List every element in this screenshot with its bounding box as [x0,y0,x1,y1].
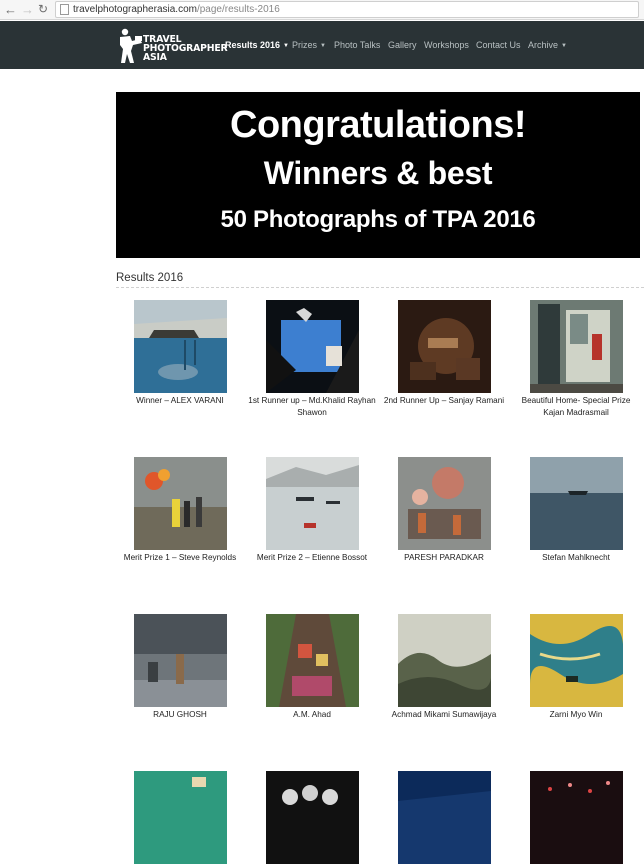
entry-caption: Stefan Mahlknecht [542,553,610,562]
entry-caption: Merit Prize 1 – Steve Reynolds [123,553,237,562]
dark-figures-photo [265,771,359,864]
logo-line: ASIA [143,52,167,63]
menu-item-workshops[interactable]: Workshops [424,40,469,50]
result-entry[interactable] [114,771,246,866]
result-entry[interactable] [246,771,378,866]
result-entry[interactable]: A.M. Ahad [246,614,378,721]
entry-caption: RAJU GHOSH [153,710,207,719]
photo-thumbnail[interactable] [133,457,227,550]
entry-caption: Winner – ALEX VARANI [136,396,224,405]
entry-caption: Achmad Mikami Sumawijaya [391,710,497,719]
photo-thumbnail[interactable] [265,457,359,550]
stormy-sea-photo [529,457,623,550]
url-path: /page/results-2016 [196,4,280,15]
menu-label: Photo Talks [334,40,381,50]
photo-thumbnail[interactable] [133,771,227,864]
menu-label: Workshops [424,40,469,50]
crowd-ritual-photo [397,457,491,550]
underwater-boat-photo [133,300,227,393]
night-lights-photo [529,771,623,864]
photo-thumbnail[interactable] [397,457,491,550]
lake-boats-photo [265,457,359,550]
entry-caption: Zarni Myo Win [549,710,603,719]
result-entry[interactable]: PARESH PARADKAR [378,457,510,564]
fire-festival-photo [133,457,227,550]
result-entry[interactable]: RAJU GHOSH [114,614,246,721]
address-bar[interactable]: travelphotographerasia.com/page/results-… [55,1,639,18]
menu-item-photo-talks[interactable]: Photo Talks [334,40,380,50]
menu-item-results-2016[interactable]: Results 2016 ▼ [225,40,289,50]
photo-thumbnail[interactable] [397,300,491,393]
result-entry[interactable]: Winner – ALEX VARANI [114,300,246,407]
menu-label: Archive [528,40,559,50]
results-grid: Winner – ALEX VARANI 1st Runner up – Md.… [114,300,644,864]
photo-thumbnail[interactable] [529,457,623,550]
site-logo[interactable]: TRAVEL PHOTOGRAPHER ASIA [116,27,228,65]
menu-label: Results 2016 [225,40,281,50]
rain-street-photo [133,614,227,707]
menu-item-prizes[interactable]: Prizes ▼ [292,40,326,50]
photo-thumbnail[interactable] [529,771,623,864]
chevron-down-icon: ▼ [561,43,567,49]
section-divider [116,287,644,288]
entry-caption: Merit Prize 2 – Etienne Bossot [256,553,368,562]
section-title: Results 2016 [116,272,184,284]
result-entry[interactable]: Zarni Myo Win [510,614,642,721]
banner-tagline: 50 Photographs of TPA 2016 [220,206,536,233]
photo-thumbnail[interactable] [529,614,623,707]
photo-thumbnail[interactable] [133,300,227,393]
result-entry[interactable]: Merit Prize 1 – Steve Reynolds [114,457,246,564]
result-entry[interactable]: Achmad Mikami Sumawijaya [378,614,510,721]
menu-label: Prizes [292,40,318,50]
entry-caption: PARESH PARADKAR [404,553,484,562]
entry-caption: 2nd Runner Up – Sanjay Ramani [383,396,505,405]
photo-thumbnail[interactable] [397,771,491,864]
entry-caption: Beautiful Home- Special Prize Kajan Madr… [521,396,631,417]
url-text[interactable]: travelphotographerasia.com/page/results-… [73,4,280,15]
result-entry[interactable]: Merit Prize 2 – Etienne Bossot [246,457,378,564]
photo-thumbnail[interactable] [265,614,359,707]
plane-sky-photo [265,300,359,393]
page-icon [60,4,69,15]
result-entry[interactable]: 2nd Runner Up – Sanjay Ramani [378,300,510,407]
banner-headline: Congratulations! [230,104,526,146]
banner-subheadline: Winners & best [263,155,493,191]
menu-label: Gallery [388,40,417,50]
doorway-home-photo [529,300,623,393]
workers-dust-photo [397,300,491,393]
photo-thumbnail[interactable] [265,300,359,393]
browser-toolbar: ← → ↻ travelphotographerasia.com/page/re… [0,0,644,20]
menu-item-gallery[interactable]: Gallery [388,40,417,50]
chevron-down-icon: ▼ [320,43,326,49]
arrow-right-icon[interactable]: → [21,2,34,17]
photographer-logo-icon [120,28,142,63]
site-navbar: TRAVEL PHOTOGRAPHER ASIA Results 2016 ▼ P… [0,21,644,69]
result-entry[interactable] [510,771,642,866]
menu-label: Contact Us [476,40,521,50]
url-domain: travelphotographerasia.com [73,4,197,15]
result-entry[interactable]: Stefan Mahlknecht [510,457,642,564]
night-blue-photo [397,771,491,864]
result-entry[interactable]: Beautiful Home- Special Prize Kajan Madr… [510,300,642,419]
photo-thumbnail[interactable] [529,300,623,393]
reload-icon[interactable]: ↻ [38,2,48,17]
photo-thumbnail[interactable] [397,614,491,707]
menu-item-contact-us[interactable]: Contact Us [476,40,521,50]
aerial-field-photo [529,614,623,707]
logo-text: TRAVEL PHOTOGRAPHER ASIA [143,35,228,63]
congratulations-banner: Congratulations! Winners & best 50 Photo… [116,92,640,258]
boat-family-photo [265,614,359,707]
arrow-left-icon[interactable]: ← [4,2,17,17]
result-entry[interactable]: 1st Runner up – Md.Khalid Rayhan Shawon [246,300,378,419]
chevron-down-icon: ▼ [283,43,289,49]
photo-thumbnail[interactable] [265,771,359,864]
green-nets-photo [133,771,227,864]
menu-item-archive[interactable]: Archive ▼ [528,40,567,50]
misty-hills-photo [397,614,491,707]
result-entry[interactable] [378,771,510,866]
entry-caption: A.M. Ahad [293,710,331,719]
entry-caption: 1st Runner up – Md.Khalid Rayhan Shawon [248,396,376,417]
photo-thumbnail[interactable] [133,614,227,707]
